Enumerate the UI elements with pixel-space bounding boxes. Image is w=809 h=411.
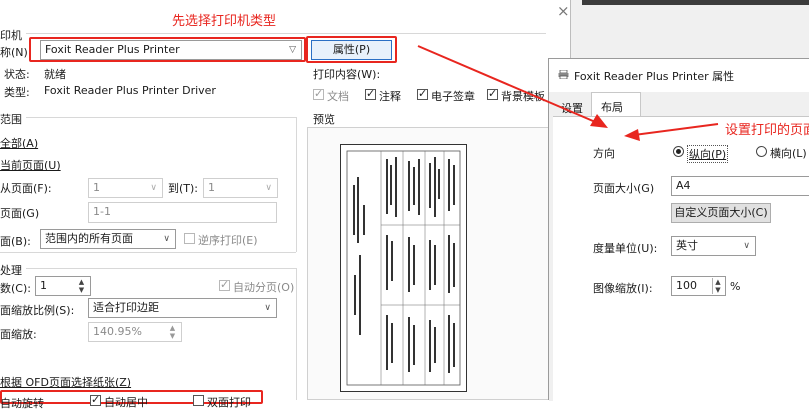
arrow-to-properties-dialog [417, 45, 601, 125]
arrow-to-orientation [633, 123, 719, 136]
annotation-arrows [417, 45, 719, 141]
arrow-head-orientation [624, 129, 640, 141]
